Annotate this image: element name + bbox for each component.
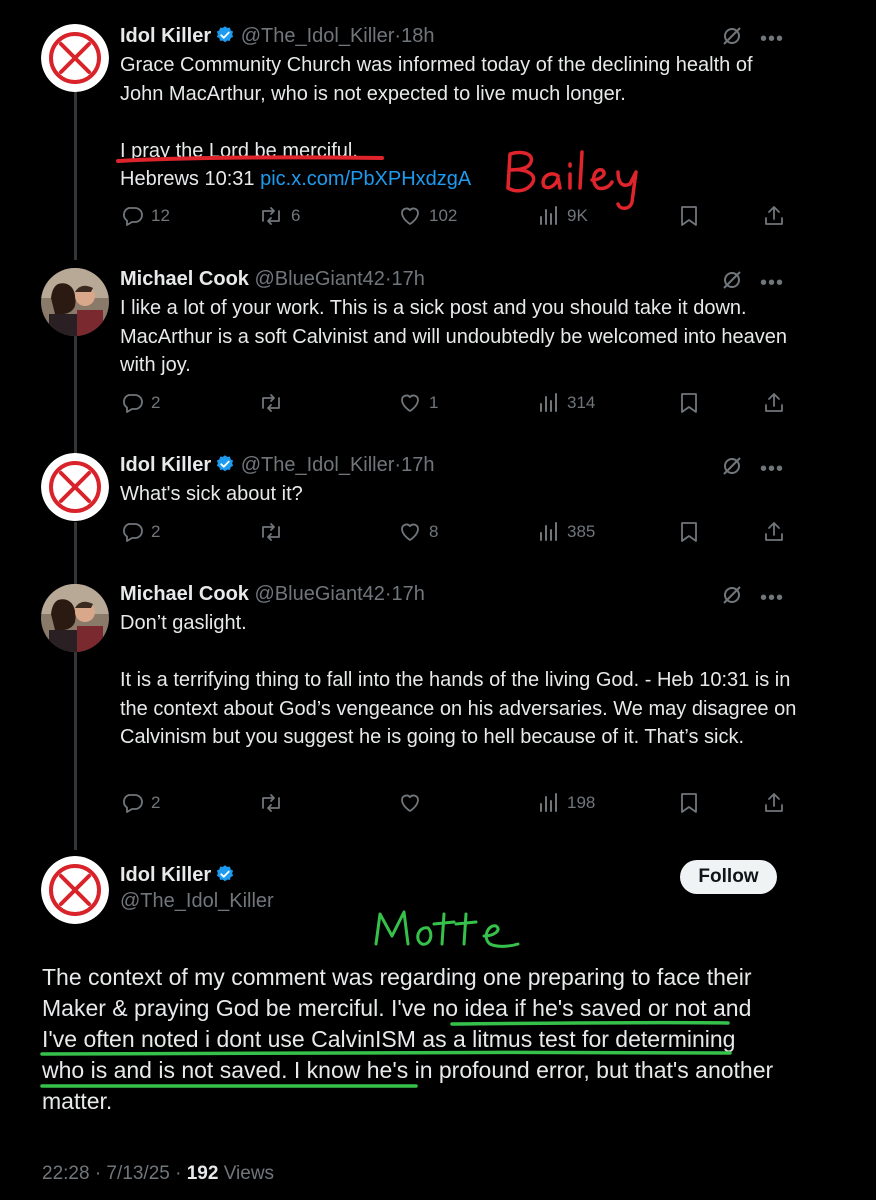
red-underline xyxy=(116,155,384,163)
green-underline xyxy=(40,1050,732,1056)
green-underline xyxy=(450,1020,730,1026)
handwritten-bailey xyxy=(506,150,638,210)
handwritten-motte xyxy=(374,910,520,948)
annotation-layer xyxy=(40,155,732,1088)
